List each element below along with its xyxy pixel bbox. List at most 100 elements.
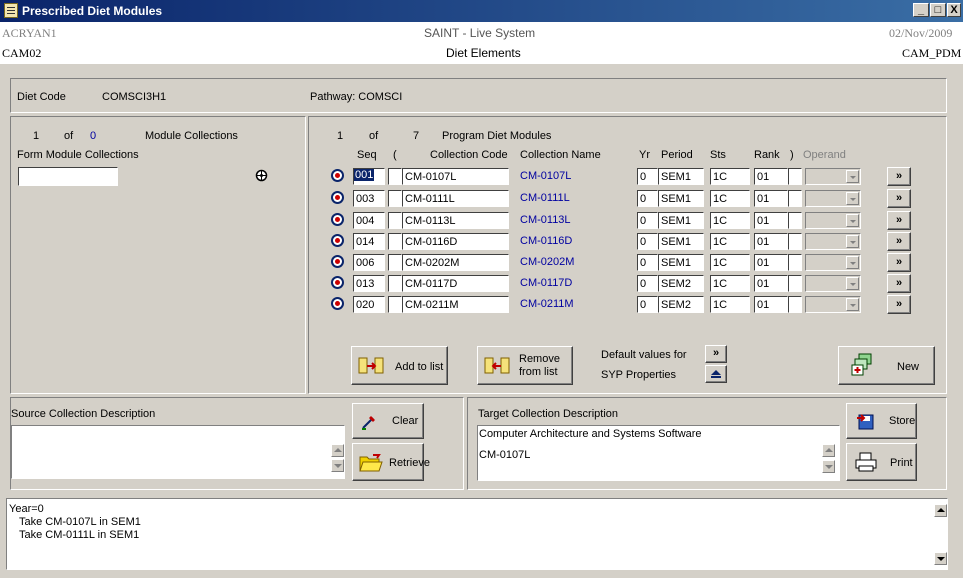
row-more-button[interactable]: » xyxy=(887,253,911,272)
rank-field[interactable]: 01 xyxy=(754,190,788,207)
yr-field[interactable]: 0 xyxy=(637,168,658,185)
chevron-down-icon[interactable] xyxy=(846,235,859,248)
sts-field[interactable]: 1C xyxy=(710,233,750,250)
seq-field[interactable]: 006 xyxy=(353,254,385,271)
rank-field[interactable]: 01 xyxy=(754,296,788,313)
sts-field[interactable]: 1C xyxy=(710,168,750,185)
close-paren-field[interactable] xyxy=(788,190,802,207)
row-more-button[interactable]: » xyxy=(887,167,911,186)
rank-field[interactable]: 01 xyxy=(754,168,788,185)
open-paren-field[interactable] xyxy=(388,254,402,271)
yr-field[interactable]: 0 xyxy=(637,190,658,207)
open-paren-field[interactable] xyxy=(388,233,402,250)
chevron-down-icon[interactable] xyxy=(846,298,859,311)
open-paren-field[interactable] xyxy=(388,296,402,313)
rank-field[interactable]: 01 xyxy=(754,254,788,271)
retrieve-button[interactable]: Retrieve xyxy=(352,443,430,481)
rank-field[interactable]: 01 xyxy=(754,212,788,229)
sts-field[interactable]: 1C xyxy=(710,296,750,313)
minimize-button[interactable]: _ xyxy=(913,3,929,17)
target-description-textarea[interactable]: Computer Architecture and Systems Softwa… xyxy=(477,425,840,481)
row-select-radio[interactable] xyxy=(331,169,344,182)
source-scroll-down[interactable] xyxy=(331,459,344,472)
close-button[interactable]: X xyxy=(947,3,961,17)
chevron-down-icon[interactable] xyxy=(846,256,859,269)
period-field[interactable]: SEM2 xyxy=(658,275,704,292)
row-select-radio[interactable] xyxy=(331,191,344,204)
close-paren-field[interactable] xyxy=(788,233,802,250)
sts-field[interactable]: 1C xyxy=(710,212,750,229)
collection-code-field[interactable]: CM-0107L xyxy=(402,168,509,185)
syp-properties-button[interactable] xyxy=(705,365,727,383)
seq-field[interactable]: 003 xyxy=(353,190,385,207)
period-field[interactable]: SEM1 xyxy=(658,168,704,185)
row-select-radio[interactable] xyxy=(331,234,344,247)
yr-field[interactable]: 0 xyxy=(637,254,658,271)
operand-dropdown[interactable] xyxy=(805,254,861,271)
row-select-radio[interactable] xyxy=(331,213,344,226)
print-button[interactable]: Print xyxy=(846,443,917,481)
seq-field[interactable]: 004 xyxy=(353,212,385,229)
store-button[interactable]: Store xyxy=(846,403,917,439)
rank-field[interactable]: 01 xyxy=(754,233,788,250)
seq-field[interactable]: 014 xyxy=(353,233,385,250)
row-select-radio[interactable] xyxy=(331,255,344,268)
new-button[interactable]: New xyxy=(838,346,935,385)
close-paren-field[interactable] xyxy=(788,296,802,313)
collection-code-field[interactable]: CM-0111L xyxy=(402,190,509,207)
period-field[interactable]: SEM1 xyxy=(658,254,704,271)
chevron-down-icon[interactable] xyxy=(846,192,859,205)
operand-dropdown[interactable] xyxy=(805,275,861,292)
close-paren-field[interactable] xyxy=(788,254,802,271)
sts-field[interactable]: 1C xyxy=(710,275,750,292)
seq-field[interactable]: 013 xyxy=(353,275,385,292)
target-scroll-down[interactable] xyxy=(822,460,835,473)
title-bar[interactable]: Prescribed Diet Modules _ □ X xyxy=(0,0,963,22)
close-paren-field[interactable] xyxy=(788,168,802,185)
row-more-button[interactable]: » xyxy=(887,189,911,208)
row-more-button[interactable]: » xyxy=(887,274,911,293)
open-paren-field[interactable] xyxy=(388,212,402,229)
add-to-list-button[interactable]: Add to list xyxy=(351,346,448,385)
chevron-down-icon[interactable] xyxy=(846,277,859,290)
seq-field[interactable]: 001 xyxy=(353,168,385,185)
sts-field[interactable]: 1C xyxy=(710,254,750,271)
remove-from-list-button[interactable]: Remove from list xyxy=(477,346,573,385)
close-paren-field[interactable] xyxy=(788,212,802,229)
target-scroll-up[interactable] xyxy=(822,444,835,457)
seq-field[interactable]: 020 xyxy=(353,296,385,313)
log-scroll-down[interactable] xyxy=(934,552,947,565)
yr-field[interactable]: 0 xyxy=(637,296,658,313)
collection-code-field[interactable]: CM-0117D xyxy=(402,275,509,292)
row-more-button[interactable]: » xyxy=(887,232,911,251)
yr-field[interactable]: 0 xyxy=(637,233,658,250)
operand-dropdown[interactable] xyxy=(805,168,861,185)
row-select-radio[interactable] xyxy=(331,276,344,289)
collection-code-field[interactable]: CM-0202M xyxy=(402,254,509,271)
rank-field[interactable]: 01 xyxy=(754,275,788,292)
open-paren-field[interactable] xyxy=(388,275,402,292)
yr-field[interactable]: 0 xyxy=(637,275,658,292)
period-field[interactable]: SEM1 xyxy=(658,190,704,207)
chevron-down-icon[interactable] xyxy=(846,170,859,183)
sts-field[interactable]: 1C xyxy=(710,190,750,207)
default-values-more-button[interactable]: » xyxy=(705,345,727,363)
chevron-down-icon[interactable] xyxy=(846,214,859,227)
row-select-radio[interactable] xyxy=(331,297,344,310)
crosshair-icon[interactable] xyxy=(255,169,268,182)
collection-code-field[interactable]: CM-0113L xyxy=(402,212,509,229)
clear-button[interactable]: Clear xyxy=(352,403,424,439)
row-more-button[interactable]: » xyxy=(887,211,911,230)
form-module-collections-input[interactable] xyxy=(18,167,118,186)
operand-dropdown[interactable] xyxy=(805,233,861,250)
operand-dropdown[interactable] xyxy=(805,212,861,229)
operand-dropdown[interactable] xyxy=(805,296,861,313)
maximize-button[interactable]: □ xyxy=(930,3,946,17)
collection-code-field[interactable]: CM-0211M xyxy=(402,296,509,313)
period-field[interactable]: SEM1 xyxy=(658,212,704,229)
open-paren-field[interactable] xyxy=(388,168,402,185)
yr-field[interactable]: 0 xyxy=(637,212,658,229)
source-description-textarea[interactable] xyxy=(11,425,345,479)
open-paren-field[interactable] xyxy=(388,190,402,207)
close-paren-field[interactable] xyxy=(788,275,802,292)
